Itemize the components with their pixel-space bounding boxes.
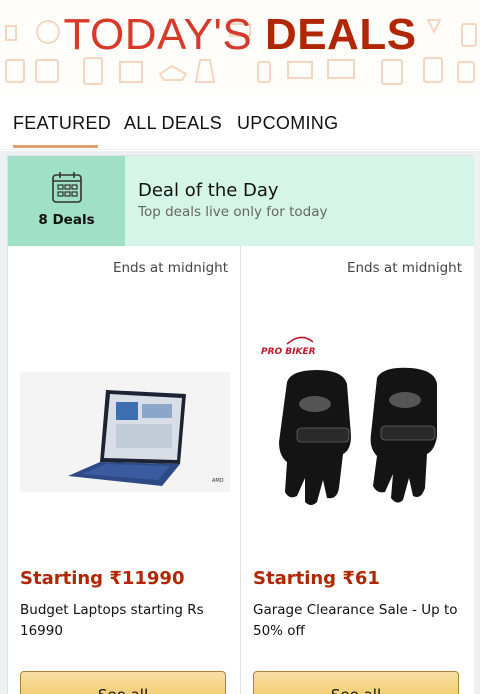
deal-tile-garage-sale[interactable]: Ends at midnight PRO BIKER Starting ₹61 … [241,246,474,694]
deal-tabs: FEATURED ALL DEALS UPCOMING [0,95,480,150]
deal-of-the-day-title: Deal of the Day [138,180,279,201]
deal-count: 8 Deals [38,212,95,228]
deals-banner: TODAY'S DEALS [0,0,480,95]
gloves-image: PRO BIKER [261,336,437,505]
tab-upcoming[interactable]: UPCOMING [237,113,338,134]
deal-price: Starting ₹61 [253,568,380,589]
deal-price: Starting ₹11990 [20,568,185,589]
deal-count-panel: 8 Deals [8,156,125,246]
svg-text:AMD: AMD [212,478,224,484]
laptop-image: AMD [20,372,230,492]
tab-featured[interactable]: FEATURED [13,113,111,134]
banner-title-part2: DEALS [264,10,417,59]
deal-ends-label: Ends at midnight [112,260,228,276]
see-all-button[interactable]: See all [20,671,226,694]
deal-ends-label: Ends at midnight [346,260,462,276]
calendar-icon [52,172,82,203]
see-all-button[interactable]: See all [253,671,459,694]
deals-card: 8 Deals Deal of the Day Top deals live o… [7,155,474,694]
main-content: 8 Deals Deal of the Day Top deals live o… [0,151,480,694]
brand-logo-text: PRO BIKER [261,347,316,357]
tab-all-deals[interactable]: ALL DEALS [124,113,222,134]
deal-of-the-day-header[interactable]: 8 Deals Deal of the Day Top deals live o… [8,156,474,246]
banner-title-part1: TODAY'S [63,10,253,59]
deal-description: Budget Laptops starting Rs 16990 [20,602,204,639]
active-tab-indicator [13,145,98,148]
deal-of-the-day-subtitle: Top deals live only for today [138,204,328,220]
page-title: TODAY'S DEALS [0,10,480,60]
deal-description: Garage Clearance Sale - Up to 50% off [253,602,458,639]
deal-tile-laptops[interactable]: Ends at midnight AMD Starting ₹11990 Bud… [8,246,241,694]
